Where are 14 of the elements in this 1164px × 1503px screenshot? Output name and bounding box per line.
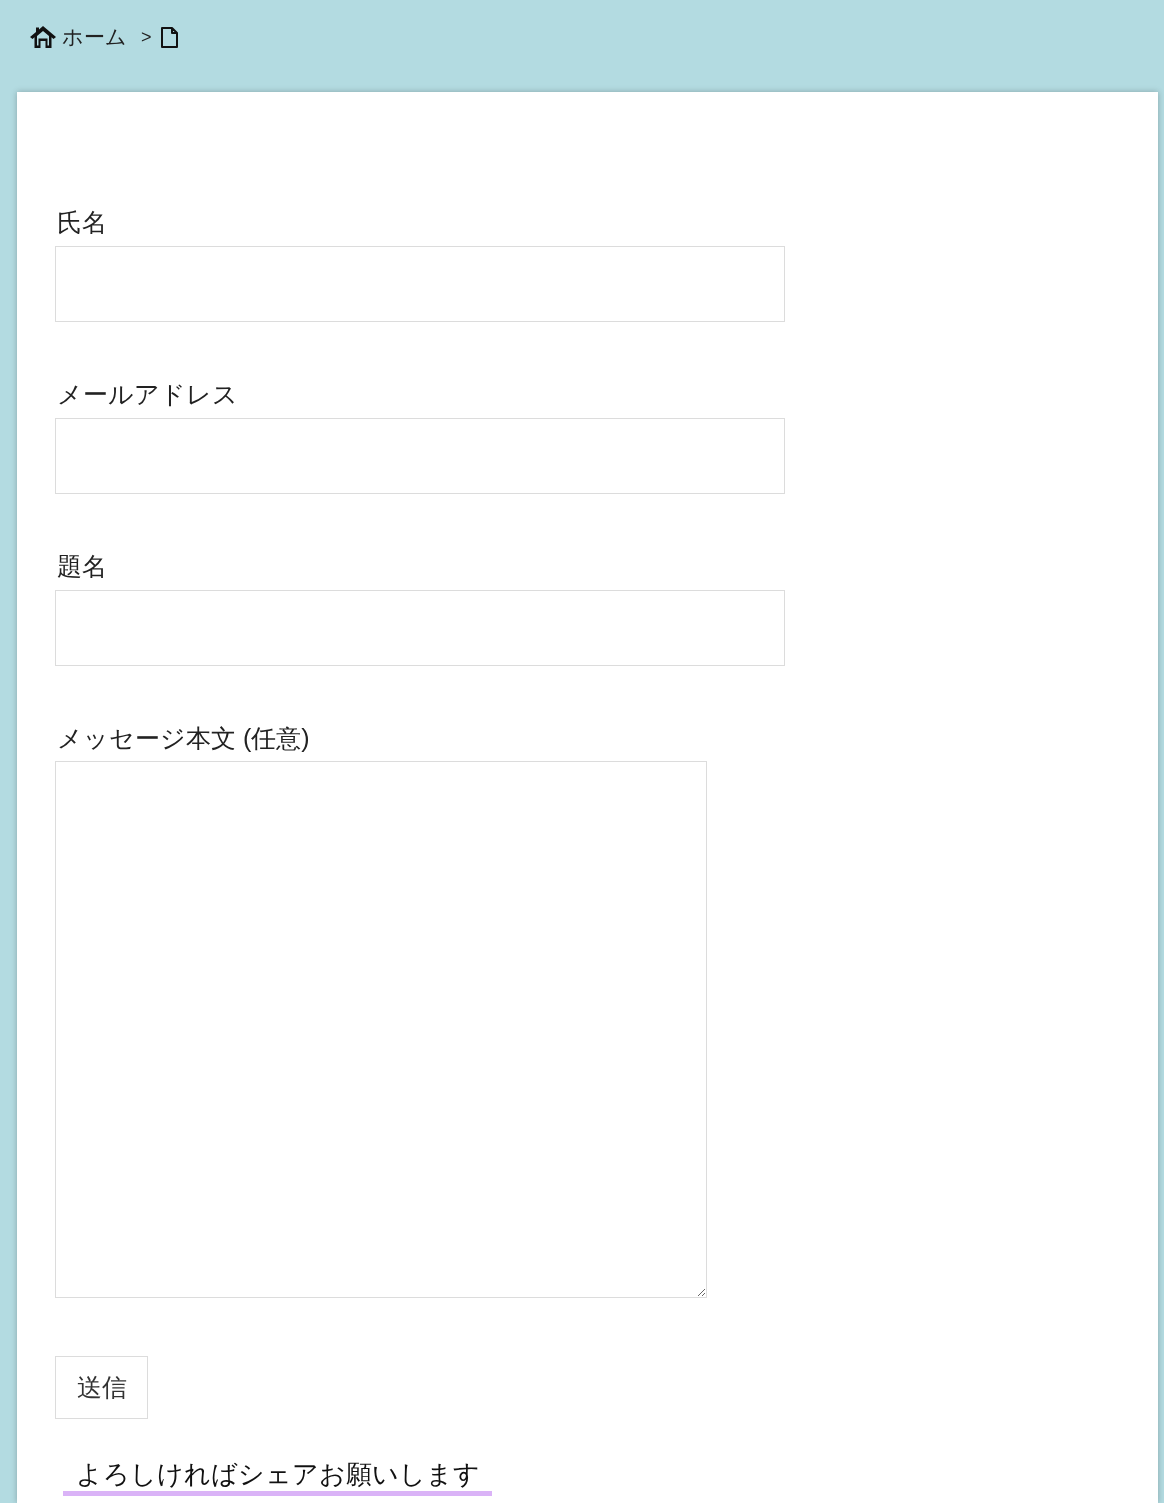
home-breadcrumb-link[interactable]: ホーム <box>30 23 127 51</box>
text-input-field[interactable] <box>55 246 785 322</box>
share-heading: よろしければシェアお願いします <box>63 1457 492 1496</box>
submit-button[interactable]: 送信 <box>55 1356 148 1419</box>
home-icon <box>30 26 56 48</box>
field-label: 氏名 <box>57 207 107 238</box>
field-label: メールアドレス <box>57 379 238 410</box>
text-input-field[interactable] <box>55 418 785 494</box>
field-label: メッセージ本文 (任意) <box>57 723 310 754</box>
message-textarea[interactable] <box>55 761 707 1298</box>
text-input-field[interactable] <box>55 590 785 666</box>
breadcrumb-separator: > <box>141 26 152 48</box>
field-label: 題名 <box>57 551 107 582</box>
document-icon <box>160 26 178 48</box>
